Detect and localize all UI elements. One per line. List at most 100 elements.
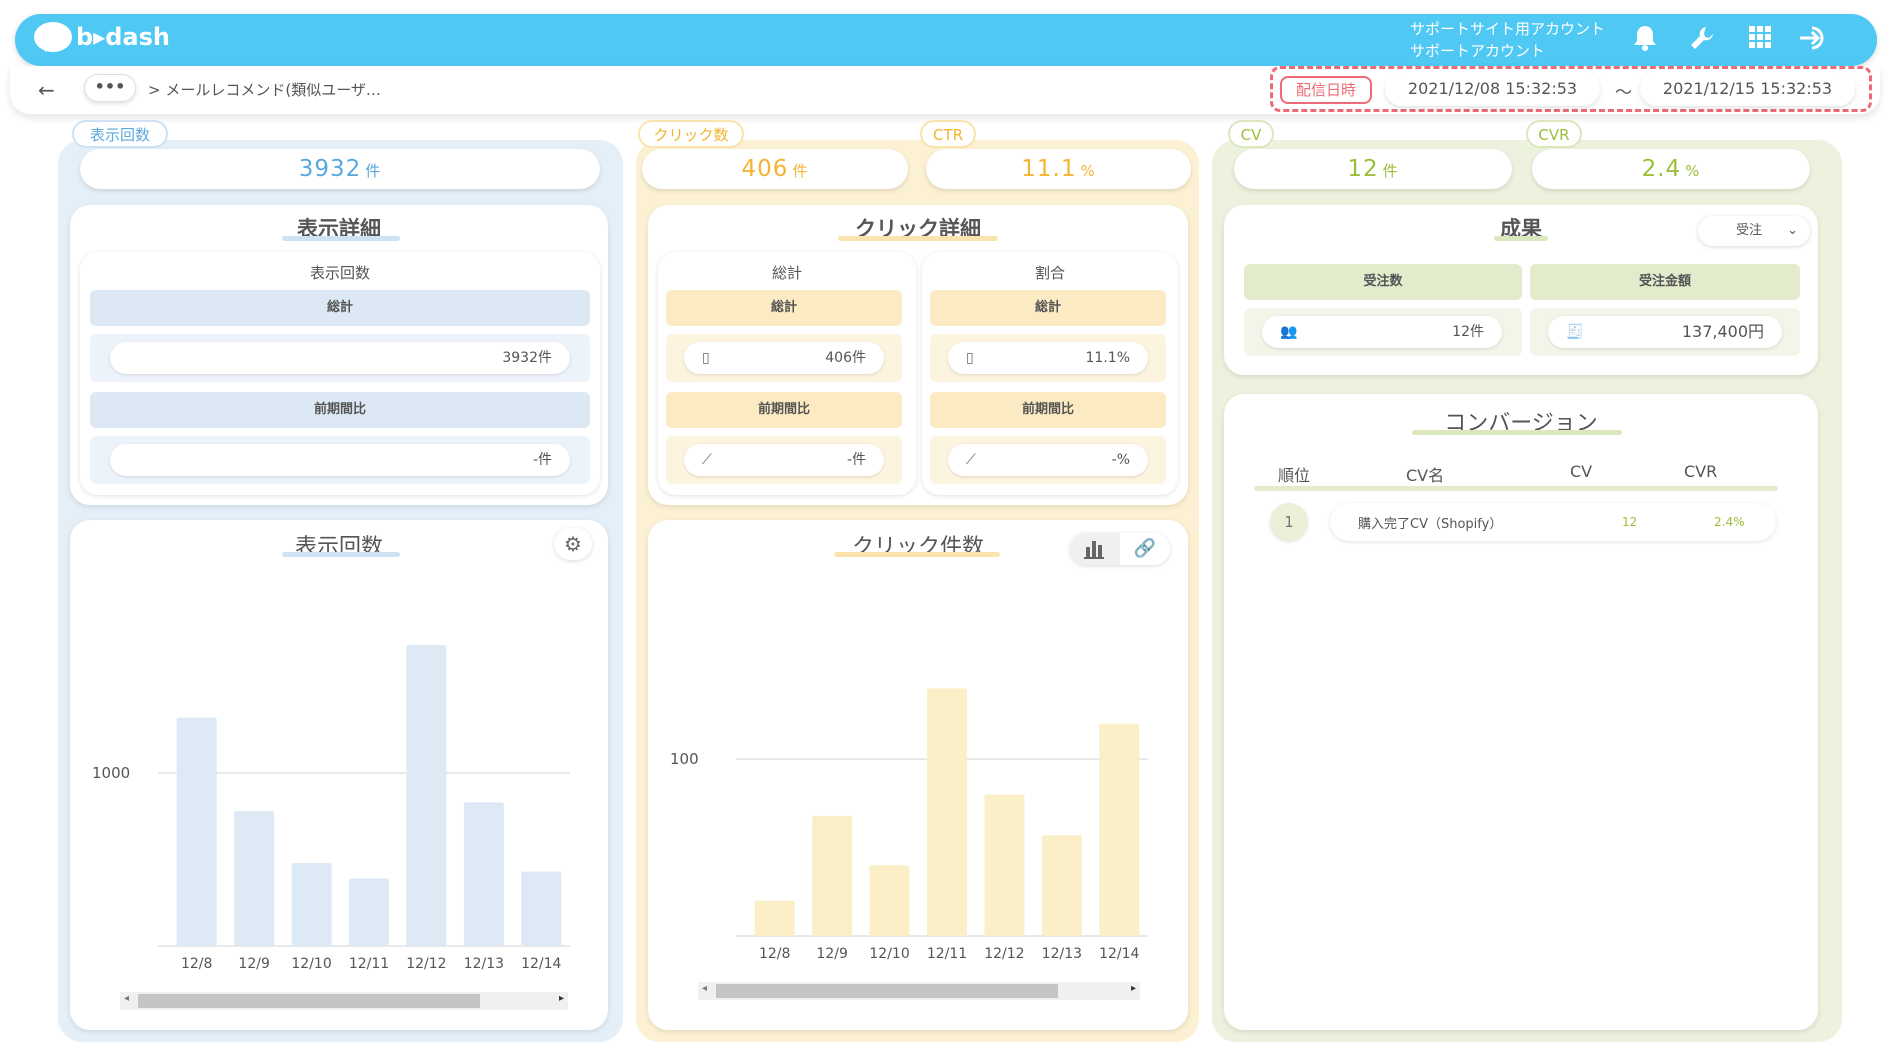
ratio-prev-value: -% [1111, 452, 1130, 468]
cvr-cell: 2.4% [1714, 515, 1745, 529]
bar-12/12 [984, 794, 1025, 936]
scroll-left-icon[interactable]: ◂ [124, 993, 129, 1004]
title-underline [834, 552, 1000, 557]
bar-12/9 [234, 811, 275, 946]
click-total-col-title: 総計 [771, 264, 802, 282]
x-tick-label: 12/8 [181, 956, 212, 972]
result-type-select[interactable]: 受注 ⌄ [1698, 216, 1810, 246]
date-label: 配信日時 [1280, 76, 1372, 104]
impressions-prev-pill: -件 [110, 444, 570, 476]
orders-pill: 👥 12件 [1262, 316, 1502, 348]
logout-icon[interactable] [1797, 24, 1831, 58]
gear-icon[interactable]: ⚙ [554, 528, 592, 560]
scroll-right-icon[interactable]: ▸ [1131, 983, 1136, 994]
wrench-icon[interactable] [1685, 24, 1719, 58]
impressions-prev-band: 前期間比 [90, 392, 590, 428]
ratio-total-value: 11.1% [1085, 350, 1130, 366]
amount-pill: 🧾 137,400円 [1548, 316, 1782, 348]
clicks-tag: クリック数 [638, 120, 744, 148]
grid-icon[interactable] [1743, 24, 1777, 58]
date-from-input[interactable]: 2021/12/08 15:32:53 [1385, 72, 1600, 106]
ratio-total-pill: ▯ 11.1% [948, 342, 1148, 374]
impressions-total-band: 総計 [90, 290, 590, 326]
cvr-value: 2.4 [1641, 156, 1682, 182]
y-tick-label: 100 [670, 750, 699, 768]
x-tick-label: 12/10 [291, 956, 331, 972]
impressions-total-value: 3932件 [502, 350, 552, 366]
ratio-prev-pill: ⟋ -% [948, 444, 1148, 476]
col-header-rank: 順位 [1278, 466, 1311, 485]
impressions-value: 3932 [298, 156, 362, 182]
scroll-left-icon[interactable]: ◂ [702, 983, 707, 994]
scrollbar-thumb[interactable] [138, 994, 480, 1008]
impressions-bar-chart: 1000 12/8 12/9 12/10 12/11 12/12 12/13 12/14 [92, 644, 570, 972]
click-ratio-col-title: 割合 [1034, 264, 1065, 282]
more-button[interactable]: ••• [84, 74, 136, 102]
cvr-unit: % [1685, 162, 1701, 180]
account-info[interactable]: サポートサイト用アカウント サポートアカウント [1410, 18, 1605, 62]
bar-12/12 [406, 644, 447, 946]
ctr-value: 11.1 [1021, 156, 1077, 182]
scroll-right-icon[interactable]: ▸ [559, 993, 564, 1004]
ctr-kpi: 11.1% [926, 149, 1191, 189]
x-tick-label: 12/12 [406, 956, 446, 972]
bar-12/10 [291, 862, 332, 946]
chevron-down-icon: ⌄ [1787, 223, 1798, 238]
receipt-icon: 🧾 [1566, 324, 1584, 340]
impressions-total-pill: 3932件 [110, 342, 570, 374]
bar-12/10 [869, 865, 910, 936]
cvr-kpi: 2.4% [1532, 149, 1810, 189]
click-device-icon: ▯ [702, 350, 710, 366]
ratio-total-band: 総計 [930, 290, 1166, 326]
scrollbar-thumb[interactable] [716, 984, 1058, 998]
date-to-input[interactable]: 2021/12/15 15:32:53 [1640, 72, 1855, 106]
rank-badge: 1 [1270, 503, 1308, 541]
col-header-cv: CV [1570, 462, 1593, 481]
impressions-prev-value: -件 [532, 452, 552, 468]
impressions-chart-scrollbar[interactable]: ◂ ▸ [120, 992, 568, 1010]
trend-chart-icon: ⟋ [966, 452, 976, 468]
ratio-prev-band: 前期間比 [930, 392, 1166, 428]
cv-kpi: 12 件 [1234, 149, 1512, 189]
logo-bubble-icon [34, 22, 72, 52]
logo-text: b▸dash [76, 23, 170, 51]
ctr-tag: CTR [920, 120, 976, 148]
x-tick-label: 12/13 [464, 956, 504, 972]
bdash-logo[interactable]: b▸dash [34, 22, 170, 52]
bar-12/8 [754, 900, 795, 936]
cv-unit: 件 [1382, 162, 1399, 180]
table-header-divider [1254, 486, 1778, 491]
x-tick-label: 12/8 [759, 946, 790, 962]
x-tick-label: 12/9 [816, 946, 847, 962]
bell-icon[interactable] [1628, 24, 1662, 58]
back-arrow-icon[interactable]: ← [38, 78, 55, 102]
y-tick-label: 1000 [92, 764, 130, 782]
click-bar-chart: 100 12/8 12/9 12/10 12/11 12/12 12/13 12/14 [670, 688, 1148, 962]
bar-12/13 [463, 802, 504, 946]
chart-toolbar: 🔗 [1070, 533, 1170, 565]
title-underline [282, 236, 400, 241]
impressions-kpi: 3932 件 [80, 149, 600, 189]
bar-12/9 [812, 815, 853, 936]
ctr-unit: % [1080, 162, 1096, 180]
click-prev-pill: ⟋ -件 [684, 444, 884, 476]
bar-chart-icon[interactable] [1070, 533, 1120, 565]
link-icon[interactable]: 🔗 [1122, 533, 1168, 565]
impressions-unit: 件 [365, 162, 382, 180]
click-chart-scrollbar[interactable]: ◂ ▸ [698, 982, 1140, 1000]
date-separator: ～ [1615, 83, 1632, 103]
table-row[interactable]: 購入完了CV（Shopify） 12 2.4% [1330, 503, 1776, 541]
click-total-pill: ▯ 406件 [684, 342, 884, 374]
x-tick-label: 12/10 [869, 946, 909, 962]
click-total-band: 総計 [666, 290, 902, 326]
users-icon: 👥 [1280, 324, 1298, 340]
cv-name-cell: 購入完了CV（Shopify） [1358, 517, 1503, 532]
title-underline [838, 236, 998, 241]
bar-12/13 [1041, 835, 1082, 936]
breadcrumb[interactable]: > メールレコメンド(類似ユーザ… [148, 79, 381, 100]
x-tick-label: 12/14 [521, 956, 561, 972]
x-tick-label: 12/14 [1099, 946, 1139, 962]
bar-12/11 [349, 878, 389, 946]
clicks-unit: 件 [792, 162, 809, 180]
bar-12/8 [176, 717, 217, 946]
